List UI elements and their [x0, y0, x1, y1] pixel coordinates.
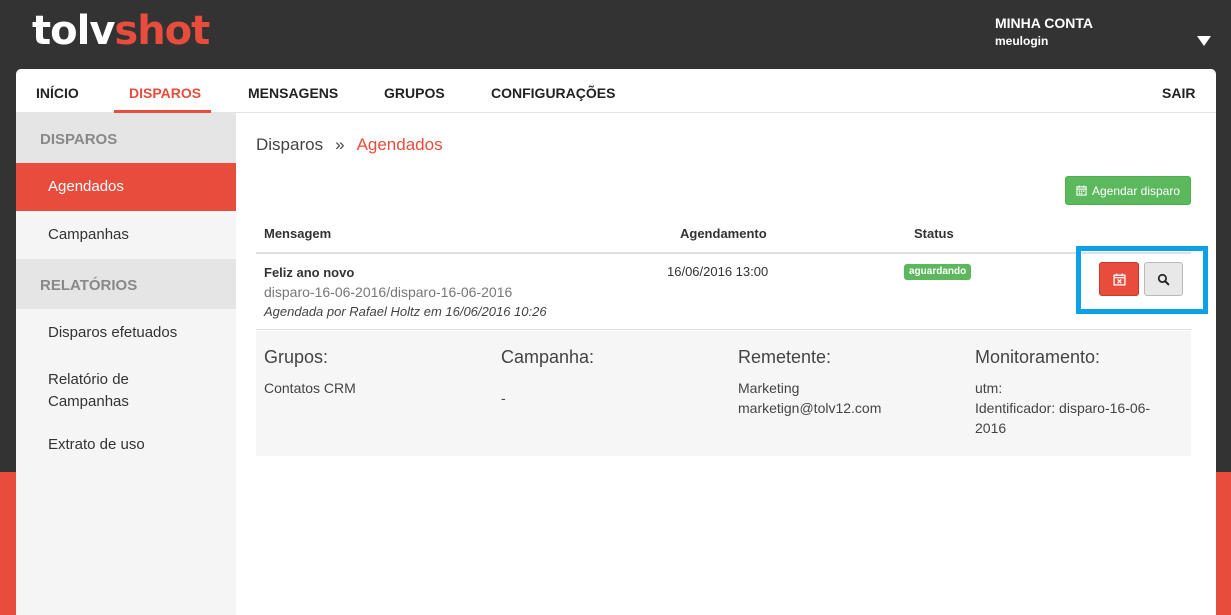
sidebar-item-extrato[interactable]: Extrato de uso: [16, 427, 236, 475]
details-campanha: Campanha: -: [501, 347, 711, 408]
main-nav: INÍCIO DISPAROS MENSAGENS GRUPOS CONFIGU…: [16, 69, 1216, 113]
row-details: Grupos: Contatos CRM Campanha: - Remeten…: [256, 331, 1191, 456]
caret-down-icon[interactable]: [1197, 36, 1211, 46]
breadcrumb-root[interactable]: Disparos: [256, 135, 323, 154]
schedule-button-label: Agendar disparo: [1091, 183, 1181, 198]
main-panel: INÍCIO DISPAROS MENSAGENS GRUPOS CONFIGU…: [16, 69, 1216, 615]
details-remetente: Remetente: Marketing marketign@tolv12.co…: [738, 347, 948, 418]
sidebar: DISPAROS Agendados Campanhas RELATÓRIOS …: [16, 113, 236, 615]
details-campanha-title: Campanha:: [501, 347, 595, 367]
details-grupos: Grupos: Contatos CRM: [264, 347, 474, 398]
logo[interactable]: tolvshot: [32, 8, 210, 54]
schedule-button[interactable]: Agendar disparo: [1065, 176, 1191, 205]
action-buttons-highlight: [1076, 246, 1208, 314]
logo-text-part1: tolv: [32, 8, 115, 54]
schedule-date: 16/06/2016 13:00: [667, 264, 769, 279]
details-monitoramento-id: Identificador: disparo-16-06-2016: [975, 400, 1151, 436]
breadcrumb: Disparos » Agendados: [256, 135, 443, 155]
nav-disparos[interactable]: DISPAROS: [129, 85, 201, 101]
account-title: MINHA CONTA: [995, 15, 1093, 31]
magnifier-icon: [1157, 273, 1170, 286]
table-row: Feliz ano novo disparo-16-06-2016/dispar…: [256, 254, 1191, 330]
sidebar-item-relatorio-campanhas[interactable]: Relatório de Campanhas: [16, 357, 156, 427]
sidebar-section-disparos: DISPAROS: [16, 113, 236, 163]
calendar-icon: [1076, 185, 1087, 196]
cancel-schedule-button[interactable]: [1099, 262, 1139, 296]
view-details-button[interactable]: [1144, 262, 1183, 296]
column-header-status[interactable]: Status: [914, 226, 954, 241]
sidebar-item-campanhas[interactable]: Campanhas: [16, 211, 236, 259]
message-scheduled-by: Agendada por Rafael Holtz em 16/06/2016 …: [264, 304, 547, 319]
message-title: Feliz ano novo: [264, 265, 355, 280]
column-header-agendamento[interactable]: Agendamento: [680, 226, 767, 241]
details-remetente-name: Marketing: [738, 380, 800, 396]
account-login: meulogin: [995, 34, 1049, 48]
details-grupos-title: Grupos:: [264, 347, 329, 367]
breadcrumb-current: Agendados: [356, 135, 443, 154]
details-campanha-value: -: [501, 390, 506, 406]
nav-logout[interactable]: SAIR: [1162, 85, 1195, 101]
account-menu[interactable]: MINHA CONTA meulogin: [995, 15, 1093, 48]
details-monitoramento-utm: utm:: [975, 380, 1003, 396]
nav-inicio[interactable]: INÍCIO: [36, 85, 79, 101]
sidebar-item-disparos-efetuados[interactable]: Disparos efetuados: [16, 309, 236, 357]
status-badge: aguardando: [904, 264, 972, 280]
sidebar-item-agendados[interactable]: Agendados: [16, 163, 236, 211]
calendar-cancel-icon: [1112, 273, 1126, 286]
message-identifier: disparo-16-06-2016/disparo-16-06-2016: [264, 284, 513, 300]
nav-configuracoes[interactable]: CONFIGURAÇÕES: [491, 85, 615, 101]
column-header-mensagem[interactable]: Mensagem: [264, 226, 331, 241]
logo-text-part2: shot: [114, 8, 210, 54]
sidebar-section-relatorios: RELATÓRIOS: [16, 259, 236, 309]
nav-grupos[interactable]: GRUPOS: [384, 85, 445, 101]
top-bar: tolvshot MINHA CONTA meulogin: [0, 0, 1231, 69]
nav-mensagens[interactable]: MENSAGENS: [248, 85, 338, 101]
details-remetente-title: Remetente:: [738, 347, 832, 367]
content-area: Disparos » Agendados Agendar disparo Mensa…: [236, 113, 1216, 615]
details-remetente-email: marketign@tolv12.com: [738, 400, 882, 416]
table-header: Mensagem Agendamento Status: [256, 223, 1191, 254]
details-monitoramento-title: Monitoramento:: [975, 347, 1101, 367]
details-grupos-value: Contatos CRM: [264, 380, 356, 396]
details-monitoramento: Monitoramento: utm: Identificador: dispa…: [975, 347, 1165, 438]
breadcrumb-separator: »: [335, 135, 345, 154]
